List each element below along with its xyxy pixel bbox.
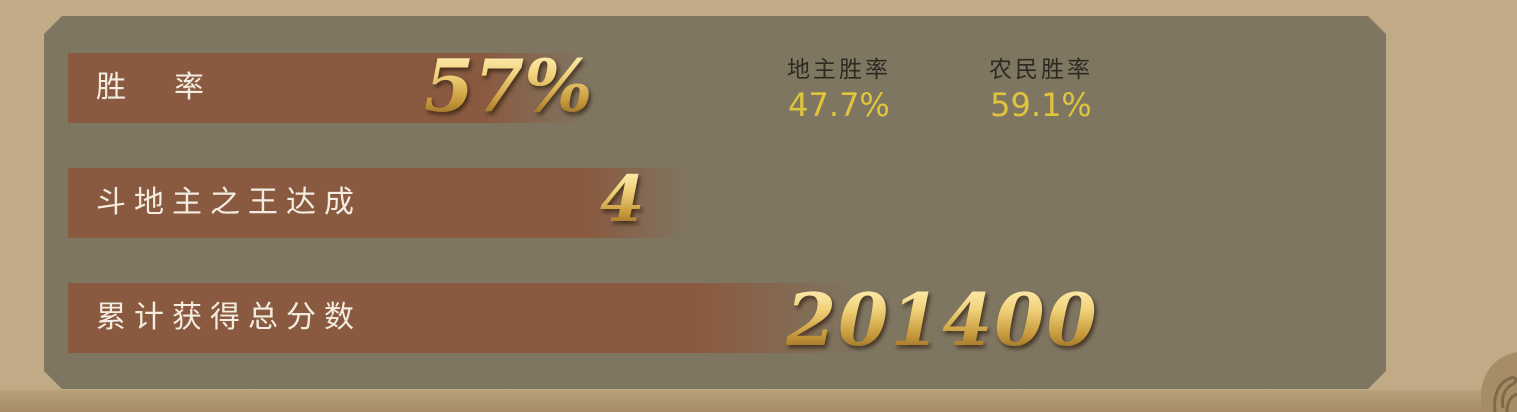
landlord-win-rate-value: 47.7%: [788, 86, 890, 124]
corner-ornament-icon: [1481, 352, 1517, 412]
farmer-win-rate-value: 59.1%: [990, 86, 1092, 124]
total-score-row: 累计获得总分数: [68, 283, 858, 353]
total-score-label: 累计获得总分数: [96, 300, 362, 335]
frame-bottom-border: [0, 390, 1517, 412]
farmer-win-rate-label: 农民胜率: [989, 57, 1093, 83]
win-rate-label: 胜率: [96, 70, 252, 105]
total-score-value: 201400: [786, 277, 1099, 362]
king-achieved-label: 斗地主之王达成: [96, 185, 362, 220]
king-achieved-value: 4: [600, 162, 645, 237]
farmer-win-rate: 农民胜率 59.1%: [966, 56, 1116, 124]
landlord-win-rate-label: 地主胜率: [787, 57, 891, 83]
win-rate-value: 57%: [424, 43, 593, 128]
king-achieved-row: 斗地主之王达成: [68, 168, 688, 238]
landlord-win-rate: 地主胜率 47.7%: [764, 56, 914, 124]
